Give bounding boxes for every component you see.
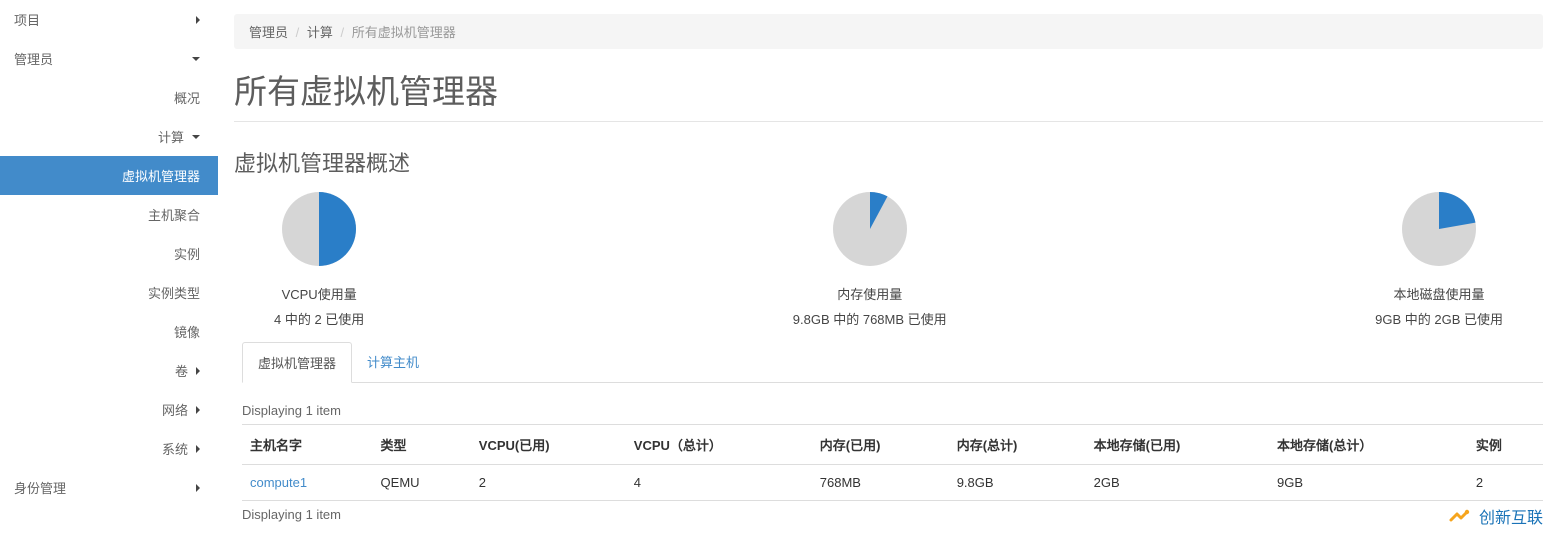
- sidebar-item-flavors[interactable]: 实例类型: [0, 273, 218, 312]
- chart-label: 本地磁盘使用量: [1394, 284, 1485, 303]
- page-title: 所有虚拟机管理器: [234, 65, 1543, 122]
- sidebar-item-host-aggregates[interactable]: 主机聚合: [0, 195, 218, 234]
- table-caption-top: Displaying 1 item: [242, 397, 1543, 424]
- sidebar-item-label: 虚拟机管理器: [122, 166, 200, 185]
- breadcrumb-separator: /: [341, 25, 345, 40]
- chart-memory-usage: 内存使用量 9.8GB 中的 768MB 已使用: [793, 192, 947, 328]
- cell-storage-used: 2GB: [1086, 465, 1269, 501]
- cell-vcpu-total: 4: [626, 465, 812, 501]
- sidebar: 项目 管理员 概况 计算 虚拟机管理器 主机聚合 实例 实例类型 镜像 卷 网络…: [0, 0, 218, 540]
- sidebar-item-overview[interactable]: 概况: [0, 78, 218, 117]
- col-hostname[interactable]: 主机名字: [242, 425, 373, 465]
- col-storage-total[interactable]: 本地存储(总计）: [1269, 425, 1468, 465]
- sidebar-item-project[interactable]: 项目: [0, 0, 218, 39]
- chart-label: VCPU使用量: [282, 284, 357, 303]
- sidebar-item-label: 卷: [175, 361, 188, 380]
- chart-label: 内存使用量: [837, 284, 902, 303]
- sidebar-item-label: 主机聚合: [148, 205, 200, 224]
- cell-type: QEMU: [373, 465, 471, 501]
- col-instances[interactable]: 实例: [1468, 425, 1543, 465]
- sidebar-item-label: 系统: [162, 439, 188, 458]
- breadcrumb-item[interactable]: 管理员: [249, 25, 288, 40]
- cell-ram-total: 9.8GB: [949, 465, 1086, 501]
- chart-disk-usage: 本地磁盘使用量 9GB 中的 2GB 已使用: [1375, 192, 1503, 328]
- chevron-right-icon: [196, 406, 200, 414]
- pie-chart-icon: [282, 192, 356, 266]
- sidebar-item-images[interactable]: 镜像: [0, 312, 218, 351]
- cell-storage-total: 9GB: [1269, 465, 1468, 501]
- chevron-right-icon: [196, 484, 200, 492]
- pie-chart-icon: [833, 192, 907, 266]
- breadcrumb-separator: /: [296, 25, 300, 40]
- section-title: 虚拟机管理器概述: [234, 146, 1557, 178]
- chevron-right-icon: [196, 367, 200, 375]
- chevron-down-icon: [192, 135, 200, 139]
- chevron-down-icon: [192, 57, 200, 61]
- chevron-right-icon: [196, 16, 200, 24]
- brand-logo-icon: [1447, 504, 1471, 528]
- brand-text: 创新互联: [1479, 504, 1543, 528]
- table-caption-bottom: Displaying 1 item: [242, 501, 1543, 528]
- tab-bar: 虚拟机管理器 计算主机: [242, 342, 1543, 383]
- sidebar-item-label: 管理员: [14, 49, 53, 68]
- sidebar-item-label: 身份管理: [14, 478, 66, 497]
- chart-vcpu-usage: VCPU使用量 4 中的 2 已使用: [274, 192, 364, 328]
- sidebar-item-label: 计算: [158, 127, 184, 146]
- tab-compute-host[interactable]: 计算主机: [352, 342, 434, 382]
- sidebar-item-hypervisors[interactable]: 虚拟机管理器: [0, 156, 218, 195]
- chart-sublabel: 4 中的 2 已使用: [274, 309, 364, 328]
- sidebar-item-label: 实例: [174, 244, 200, 263]
- sidebar-item-identity[interactable]: 身份管理: [0, 468, 218, 507]
- chart-sublabel: 9.8GB 中的 768MB 已使用: [793, 309, 947, 328]
- charts-row: VCPU使用量 4 中的 2 已使用 内存使用量 9.8GB 中的 768MB …: [234, 192, 1543, 328]
- cell-ram-used: 768MB: [812, 465, 949, 501]
- col-vcpu-total[interactable]: VCPU（总计）: [626, 425, 812, 465]
- col-ram-used[interactable]: 内存(已用): [812, 425, 949, 465]
- col-ram-total[interactable]: 内存(总计): [949, 425, 1086, 465]
- sidebar-item-instances[interactable]: 实例: [0, 234, 218, 273]
- table-row: compute1 QEMU 2 4 768MB 9.8GB 2GB 9GB 2: [242, 465, 1543, 501]
- main-content: 管理员 / 计算 / 所有虚拟机管理器 所有虚拟机管理器 虚拟机管理器概述 VC…: [218, 0, 1557, 540]
- hypervisors-table: 主机名字 类型 VCPU(已用) VCPU（总计） 内存(已用) 内存(总计) …: [242, 424, 1543, 501]
- tab-hypervisor[interactable]: 虚拟机管理器: [242, 342, 352, 383]
- cell-instances: 2: [1468, 465, 1543, 501]
- breadcrumb-item-current: 所有虚拟机管理器: [352, 25, 456, 40]
- chevron-right-icon: [196, 445, 200, 453]
- col-vcpu-used[interactable]: VCPU(已用): [471, 425, 626, 465]
- cell-vcpu-used: 2: [471, 465, 626, 501]
- breadcrumb-item[interactable]: 计算: [307, 25, 333, 40]
- sidebar-item-label: 项目: [14, 10, 40, 29]
- table-header-row: 主机名字 类型 VCPU(已用) VCPU（总计） 内存(已用) 内存(总计) …: [242, 425, 1543, 465]
- table-container: Displaying 1 item 主机名字 类型 VCPU(已用) VCPU（…: [242, 397, 1543, 528]
- sidebar-item-volumes[interactable]: 卷: [0, 351, 218, 390]
- sidebar-item-network[interactable]: 网络: [0, 390, 218, 429]
- col-type[interactable]: 类型: [373, 425, 471, 465]
- breadcrumb: 管理员 / 计算 / 所有虚拟机管理器: [234, 14, 1543, 49]
- chart-sublabel: 9GB 中的 2GB 已使用: [1375, 309, 1503, 328]
- sidebar-item-label: 概况: [174, 88, 200, 107]
- sidebar-item-label: 实例类型: [148, 283, 200, 302]
- col-storage-used[interactable]: 本地存储(已用): [1086, 425, 1269, 465]
- pie-chart-icon: [1402, 192, 1476, 266]
- sidebar-item-admin[interactable]: 管理员: [0, 39, 218, 78]
- sidebar-item-label: 镜像: [174, 322, 200, 341]
- sidebar-item-system[interactable]: 系统: [0, 429, 218, 468]
- brand-footer: 创新互联: [1447, 504, 1543, 528]
- sidebar-item-compute[interactable]: 计算: [0, 117, 218, 156]
- cell-hostname[interactable]: compute1: [242, 465, 373, 501]
- sidebar-item-label: 网络: [162, 400, 188, 419]
